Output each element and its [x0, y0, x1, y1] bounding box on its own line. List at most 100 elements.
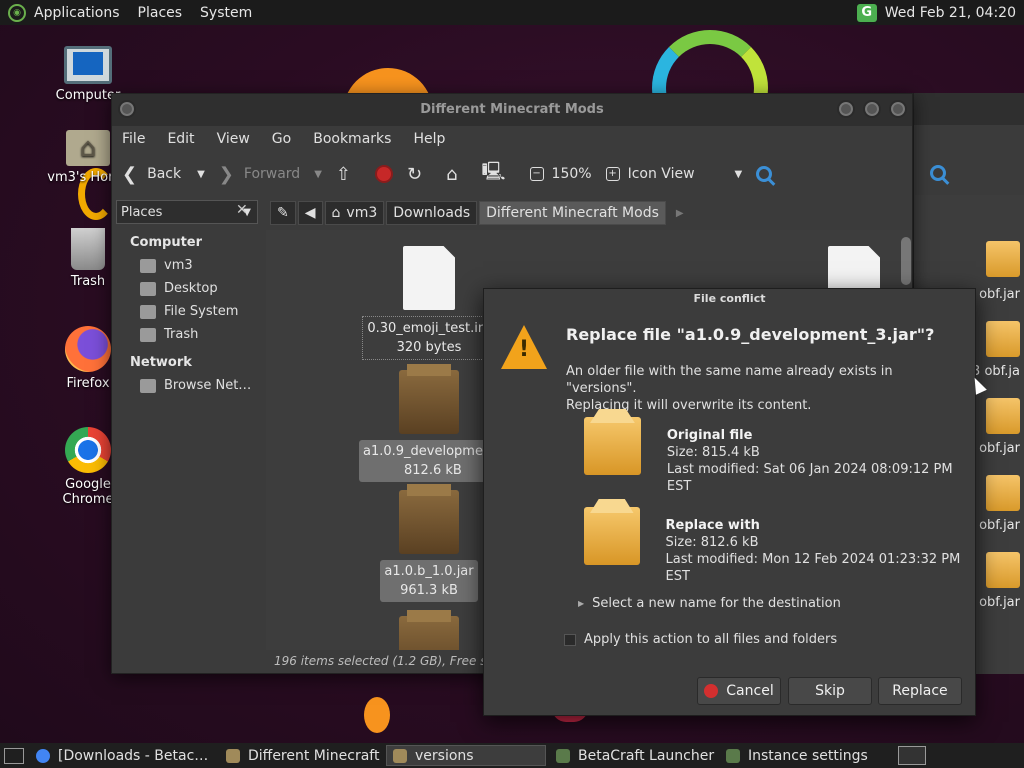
- document-icon: [403, 246, 455, 310]
- menu-help[interactable]: Help: [413, 131, 445, 147]
- zoom-in-button[interactable]: + Icon View ▼: [605, 166, 743, 182]
- stop-button[interactable]: [375, 165, 393, 183]
- chevron-down-icon[interactable]: ▼: [735, 169, 743, 180]
- edit-icon: ✎: [277, 205, 289, 221]
- message-line: An older file with the same name already…: [566, 364, 893, 396]
- taskbar-item[interactable]: Different Minecraft …: [220, 745, 382, 766]
- computer-button[interactable]: 🖳: [482, 159, 516, 189]
- original-file-label: Original file: [666, 428, 753, 443]
- forward-arrow-icon: ❯: [218, 163, 234, 185]
- window-title: Different Minecraft Mods: [420, 102, 604, 117]
- sidebar-item-file-system[interactable]: File System: [116, 300, 266, 323]
- menu-file[interactable]: File: [122, 131, 145, 147]
- show-desktop-button[interactable]: [4, 747, 24, 764]
- sidebar-item-label: File System: [164, 304, 239, 319]
- taskbar-item[interactable]: [Downloads - Betac…: [30, 745, 216, 766]
- mate-logo-icon[interactable]: ◉: [8, 3, 26, 22]
- package-icon: [986, 321, 1020, 357]
- rename-expander[interactable]: ▶ Select a new name for the destination: [578, 596, 841, 611]
- taskbar-item[interactable]: BetaCraft Launcher …: [550, 745, 716, 766]
- sidebar-item-vm3[interactable]: vm3: [116, 254, 266, 277]
- home-button[interactable]: ⌂: [446, 164, 467, 185]
- taskbar-item[interactable]: Instance settings: [720, 745, 870, 766]
- file-item[interactable]: [910, 241, 1020, 281]
- taskbar-item-label: [Downloads - Betac…: [58, 747, 209, 764]
- chevron-down-icon[interactable]: ▼: [314, 169, 322, 180]
- replace-button[interactable]: Replace: [878, 677, 962, 705]
- folder-icon: [393, 748, 407, 763]
- scrollbar-thumb[interactable]: [901, 237, 911, 285]
- clock[interactable]: Wed Feb 21, 04:20: [885, 5, 1016, 21]
- toolbar: ❮ Back ▼ ❯ Forward ▼ ⇧ ↻ ⌂ 🖳 − 150% + Ic…: [112, 152, 912, 196]
- file-item[interactable]: a1.0.b_1.0.jar 961.3 kB: [359, 484, 499, 602]
- taskbar-item[interactable]: versions: [386, 745, 546, 766]
- up-button[interactable]: ⇧: [336, 164, 361, 185]
- sidebar: Computer vm3 Desktop File System Trash N…: [116, 226, 266, 397]
- file-size: 320 bytes: [396, 340, 462, 355]
- sidebar-item-label: Desktop: [164, 281, 218, 296]
- applications-menu[interactable]: Applications: [34, 5, 120, 21]
- minimize-button[interactable]: [837, 100, 855, 118]
- menu-view[interactable]: View: [217, 131, 250, 147]
- zoom-out-button[interactable]: − 150%: [529, 166, 592, 182]
- file-conflict-dialog[interactable]: File conflict Replace file "a1.0.9_devel…: [483, 288, 976, 716]
- menu-bookmarks[interactable]: Bookmarks: [313, 131, 391, 147]
- menu-go[interactable]: Go: [272, 131, 291, 147]
- zoom-out-icon: −: [529, 167, 544, 181]
- close-button[interactable]: [889, 100, 907, 118]
- computer-icon: 🖳: [481, 161, 506, 182]
- window-titlebar[interactable]: Different Minecraft Mods: [112, 94, 912, 126]
- sidebar-item-desktop[interactable]: Desktop: [116, 277, 266, 300]
- background-window-titlebar[interactable]: [914, 93, 1024, 125]
- package-icon: [584, 417, 641, 475]
- reload-button[interactable]: ↻: [407, 164, 432, 185]
- close-sidebar-icon[interactable]: ✕: [236, 202, 248, 218]
- file-name: a1.0.b_1.0.jar: [384, 564, 474, 579]
- menu-edit[interactable]: Edit: [167, 131, 194, 147]
- path-segment-downloads[interactable]: Downloads: [386, 201, 478, 225]
- skip-button[interactable]: Skip: [788, 677, 872, 705]
- places-menu[interactable]: Places: [138, 5, 183, 21]
- checkbox-icon: [564, 633, 576, 646]
- back-button[interactable]: ❮ Back ▼: [122, 164, 205, 185]
- sidebar-item-trash[interactable]: Trash: [116, 323, 266, 346]
- sidebar-item-browse-network[interactable]: Browse Net…: [116, 374, 266, 397]
- tray-app-icon[interactable]: G: [856, 3, 877, 22]
- panel-tray: G Wed Feb 21, 04:20: [856, 0, 1024, 25]
- path-back-arrow[interactable]: ◀: [297, 201, 323, 225]
- package-icon[interactable]: [399, 610, 459, 650]
- system-menu[interactable]: System: [200, 5, 252, 21]
- package-icon: [986, 475, 1020, 511]
- workspace-switcher[interactable]: [898, 746, 926, 765]
- taskbar-item-label: Different Minecraft …: [248, 747, 382, 764]
- maximize-button[interactable]: [863, 100, 881, 118]
- view-mode-select[interactable]: Icon View: [628, 166, 695, 182]
- desktop-icon-label: Google Chrome: [62, 477, 114, 507]
- edit-location-button[interactable]: ✎: [270, 201, 296, 225]
- cancel-button[interactable]: Cancel: [697, 677, 781, 705]
- background-window-toolbar: [914, 125, 1024, 195]
- home-icon: ⌂: [331, 205, 341, 221]
- path-segment-vm3[interactable]: ⌂ vm3: [324, 201, 385, 225]
- replacement-file-info: Replace with Size: 812.6 kB Last modifie…: [584, 507, 975, 585]
- apply-all-checkbox[interactable]: Apply this action to all files and folde…: [564, 632, 837, 647]
- taskbar-item-label: Instance settings: [748, 747, 868, 764]
- menu-bar: File Edit View Go Bookmarks Help: [112, 126, 912, 152]
- package-icon: [584, 507, 640, 565]
- search-button[interactable]: [756, 166, 773, 182]
- dialog-heading: Replace file "a1.0.9_development_3.jar"?: [566, 325, 935, 344]
- dialog-title: File conflict: [693, 292, 766, 305]
- file-item[interactable]: 0.30_emoji_test.inf 320 bytes: [359, 246, 499, 360]
- package-icon: [399, 484, 459, 554]
- chevron-down-icon[interactable]: ▼: [197, 169, 205, 180]
- betacraft-icon: [726, 748, 740, 763]
- up-arrow-icon: ⇧: [335, 163, 351, 185]
- replacement-file-modified: Last modified: Mon 12 Feb 2024 01:23:32 …: [665, 552, 961, 584]
- home-icon: ⌂: [446, 163, 458, 185]
- file-label: 0.30_emoji_test.inf 320 bytes: [362, 316, 496, 360]
- forward-button[interactable]: ❯ Forward ▼: [219, 164, 322, 185]
- path-segment-current[interactable]: Different Minecraft Mods: [479, 201, 666, 225]
- chevron-right-icon[interactable]: ▶: [676, 208, 684, 219]
- file-item[interactable]: a1.0.9_development_ 812.6 kB: [359, 364, 507, 482]
- search-icon[interactable]: [930, 165, 946, 181]
